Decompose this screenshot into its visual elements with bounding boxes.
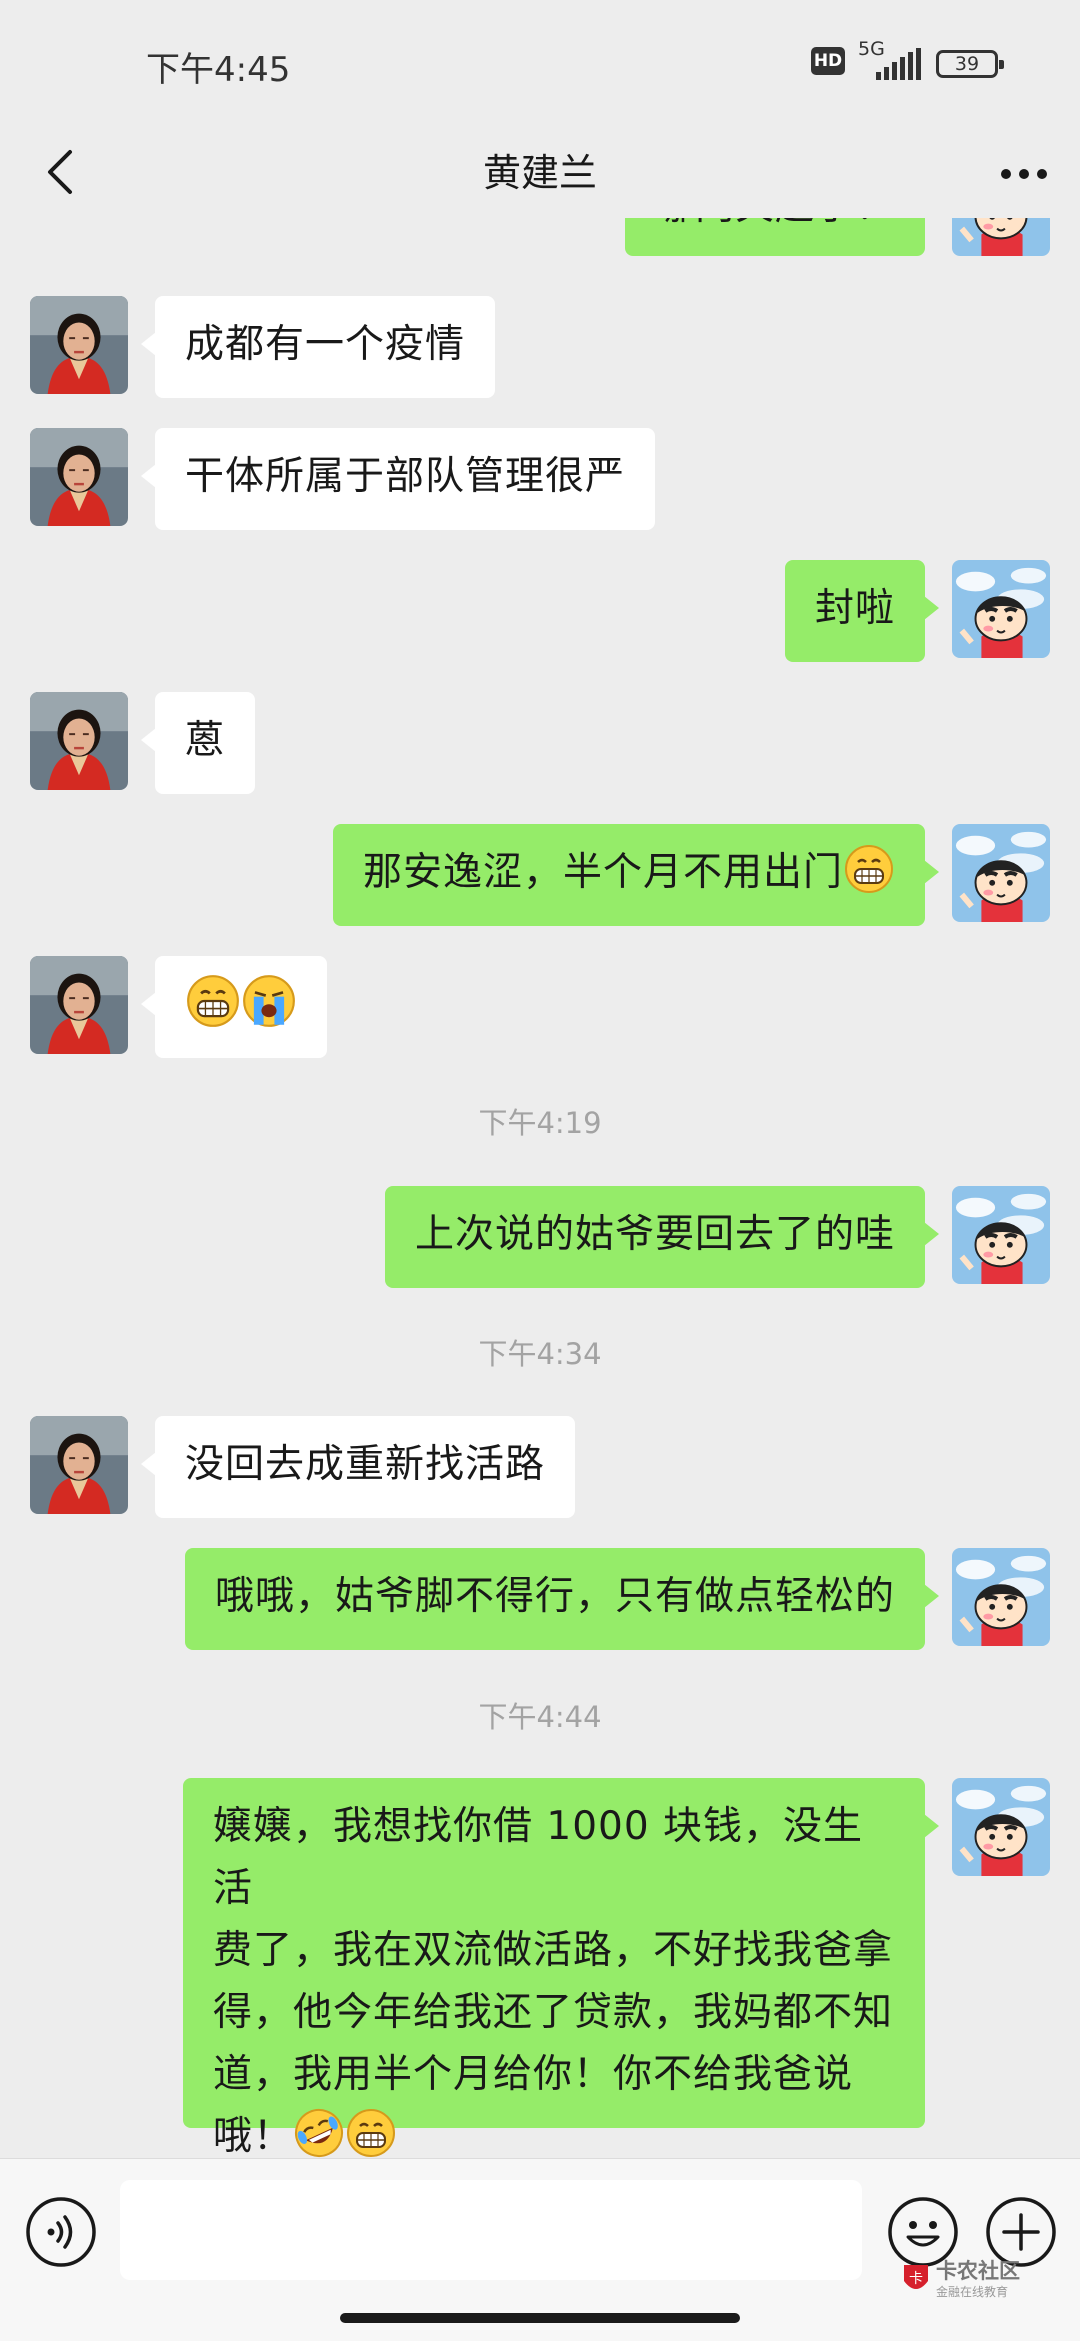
message-bubble-outgoing[interactable]: 上次说的姑爷要回去了的哇 [384, 1186, 940, 1288]
grin-emoji-icon [844, 844, 894, 894]
voice-icon[interactable] [24, 2195, 98, 2269]
message-line: 哦！ [213, 2114, 294, 2158]
grin-emoji-icon [346, 2108, 396, 2158]
watermark-brand: 卡农社区 [936, 2259, 1020, 2283]
message-line: 得，他今年给我还了贷款，我妈都不知 [213, 1990, 894, 2035]
status-time: 下午4:45 [146, 50, 291, 90]
rolling-laugh-emoji-icon [294, 2108, 344, 2158]
timestamp: 下午4:34 [478, 1337, 602, 1371]
message-bubble-incoming[interactable]: 干体所属于部队管理很严 [140, 428, 656, 530]
message-bubble-outgoing[interactable]: 哦哦，姑爷脚不得行，只有做点轻松的 [184, 1548, 940, 1650]
signal-icon [876, 48, 921, 80]
self-avatar[interactable] [952, 1548, 1050, 1646]
timestamp: 下午4:44 [478, 1700, 602, 1734]
message-list[interactable]: 哪门关起了！ 成都有一个疫情 干体所属于部队管理很严 封啦 蒽 那安逸涩，半个月… [0, 218, 1080, 2158]
self-avatar[interactable] [952, 218, 1050, 256]
message-bubble-outgoing[interactable]: 那安逸涩，半个月不用出门 [332, 824, 940, 926]
message-text: 那安逸涩，半个月不用出门 [362, 850, 843, 895]
message-line: 道，我用半个月给你！你不给我爸说 [213, 2052, 854, 2097]
message-bubble-outgoing[interactable]: 封啦 [784, 560, 940, 662]
watermark-logo-icon: 卡 [904, 2265, 928, 2289]
contact-avatar[interactable] [30, 956, 128, 1054]
chat-title: 黄建兰 [482, 151, 597, 195]
self-avatar[interactable] [952, 824, 1050, 922]
message-bubble-outgoing[interactable]: 哪门关起了！ [624, 218, 925, 256]
battery-icon: 39 [936, 50, 1004, 78]
message-line: 嬢嬢，我想找你借 1000 块钱，没生活 [213, 1804, 864, 1911]
contact-avatar[interactable] [30, 1416, 128, 1514]
self-avatar[interactable] [952, 1186, 1050, 1284]
chat-header: 黄建兰 [0, 126, 1080, 218]
self-avatar[interactable] [952, 560, 1050, 658]
svg-text:卡: 卡 [909, 2271, 923, 2287]
watermark-tagline: 金融在线教育 [936, 2285, 1009, 2299]
message-input[interactable] [120, 2180, 862, 2280]
message-line: 费了，我在双流做活路，不好找我爸拿 [213, 1928, 894, 1973]
message-bubble-incoming[interactable]: 成都有一个疫情 [140, 296, 496, 398]
contact-avatar[interactable] [30, 296, 128, 394]
grin-emoji-icon [186, 974, 240, 1028]
more-dots-icon[interactable] [988, 146, 1060, 202]
hd-badge: HD [811, 47, 845, 75]
message-bubble-incoming[interactable]: 没回去成重新找活路 [140, 1416, 576, 1518]
message-bubble-incoming[interactable] [141, 956, 327, 1058]
watermark: 卡 卡农社区 金融在线教育 [900, 2255, 1050, 2311]
home-indicator[interactable] [340, 2313, 740, 2323]
crying-emoji-icon [242, 974, 296, 1028]
status-bar: 下午4:45 HD 5G 39 [0, 0, 1080, 126]
timestamp: 下午4:19 [478, 1106, 602, 1140]
contact-avatar[interactable] [30, 428, 128, 526]
contact-avatar[interactable] [30, 692, 128, 790]
message-bubble-outgoing[interactable]: 嬢嬢，我想找你借 1000 块钱，没生活 费了，我在双流做活路，不好找我爸拿 得… [183, 1778, 939, 2158]
message-bubble-incoming[interactable]: 蒽 [140, 692, 256, 794]
self-avatar[interactable] [952, 1778, 1050, 1876]
